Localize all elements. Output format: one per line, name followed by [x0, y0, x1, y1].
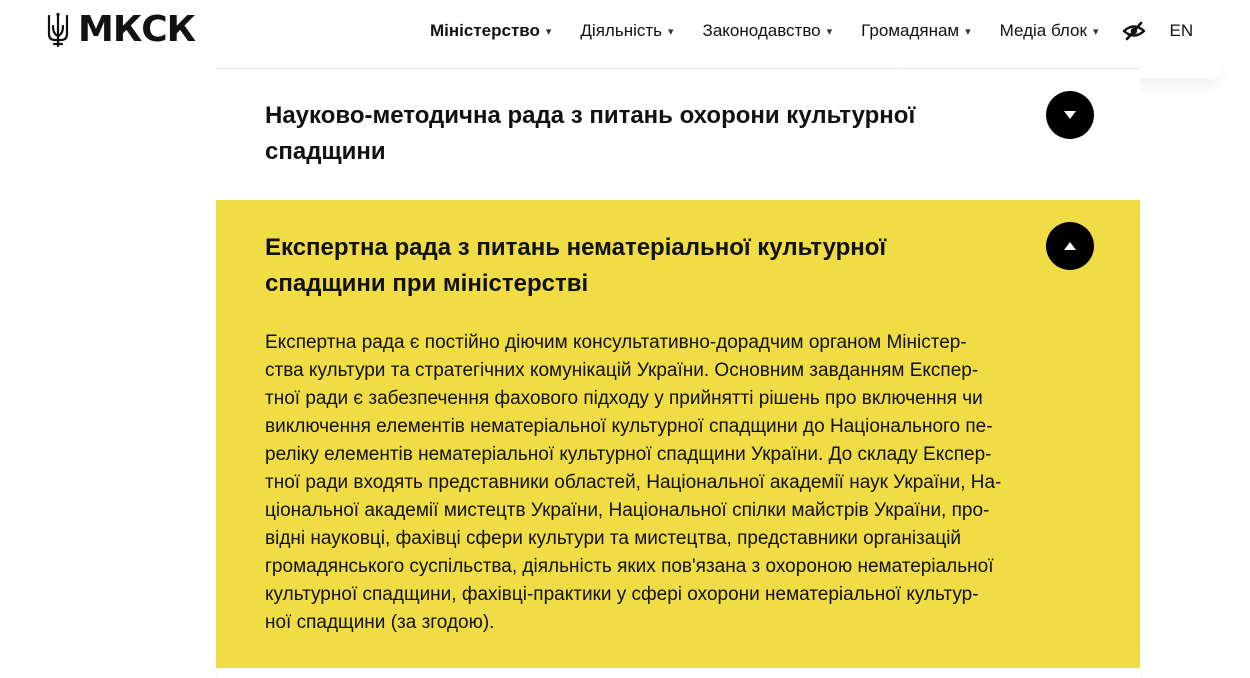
accordion-title-line: Експертна рада з питань нематеріальної к…	[265, 234, 887, 261]
accordion-title-line: спадщини	[265, 138, 386, 165]
body-line: тної ради входять представники областей,…	[265, 472, 1002, 493]
nav-item-label: Діяльність	[580, 21, 663, 40]
caret-down-icon: ▾	[545, 25, 552, 38]
logo-text: МКСК	[78, 9, 196, 50]
divider	[216, 68, 1140, 69]
accordion-title[interactable]: Експертна рада з питань нематеріальної к…	[265, 230, 1005, 302]
main-nav: Міністерство ▾ Діяльність ▾ Законодавств…	[430, 19, 1193, 43]
site-header: МКСК Міністерство ▾ Діяльність ▾ Законод…	[0, 0, 1250, 62]
body-line: ціональної академії мистецтв України, На…	[265, 500, 990, 521]
nav-item-activity[interactable]: Діяльність ▾	[580, 21, 673, 41]
accordion-item-expert-council: Експертна рада з питань нематеріальної к…	[216, 200, 1140, 668]
nav-item-label: Громадянам	[861, 21, 960, 40]
body-line: реліку елементів нематеріальної культурн…	[265, 444, 992, 465]
accordion-item-scientific-council[interactable]: Науково-методична рада з питань охорони …	[216, 70, 1140, 198]
body-line: відні науковці, фахівці сфери культури т…	[265, 528, 962, 549]
chevron-up-icon	[1064, 242, 1076, 250]
accessibility-button[interactable]	[1122, 19, 1146, 43]
caret-down-icon: ▾	[965, 25, 971, 38]
nav-item-citizens[interactable]: Громадянам ▾	[861, 21, 971, 41]
body-line: тної ради є забезпечення фахового підход…	[265, 388, 983, 409]
caret-down-icon: ▾	[826, 25, 833, 38]
expand-button[interactable]	[1046, 91, 1094, 139]
eye-slash-icon	[1123, 21, 1146, 41]
accordion-body-text: Експертна рада є постійно діючим консуль…	[265, 329, 1093, 637]
nav-item-label: Міністерство	[430, 21, 540, 40]
nav-item-legislation[interactable]: Законодавство ▾	[703, 21, 833, 41]
language-switch[interactable]: EN	[1169, 21, 1193, 41]
collapse-button[interactable]	[1046, 222, 1094, 270]
nav-item-label: Медіа блок	[999, 21, 1087, 40]
body-line: культурної спадщини, фахівці-практики у …	[265, 584, 979, 605]
nav-item-ministry[interactable]: Міністерство ▾	[430, 21, 551, 41]
caret-down-icon: ▾	[668, 25, 674, 38]
accordion-title: Науково-методична рада з питань охорони …	[265, 98, 1005, 170]
trident-icon	[47, 12, 69, 48]
body-line: громадянського суспільства, діяльність я…	[265, 556, 994, 577]
accordion-title-line: Науково-методична рада з питань охорони …	[265, 102, 916, 129]
next-accordion-edge	[216, 668, 1142, 678]
chevron-down-icon	[1064, 111, 1076, 119]
site-logo[interactable]: МКСК	[46, 9, 196, 50]
body-line: виключення елементів нематеріальної куль…	[265, 416, 993, 437]
nav-item-media[interactable]: Медіа блок ▾	[1000, 21, 1099, 41]
page: МКСК Міністерство ▾ Діяльність ▾ Законод…	[0, 0, 1250, 678]
caret-down-icon: ▾	[1092, 25, 1099, 38]
body-line: ства культури та стратегічних комунікаці…	[265, 360, 979, 381]
body-line: Експертна рада є постійно діючим консуль…	[265, 332, 967, 353]
body-line: ної спадщини (за згодою).	[265, 612, 495, 633]
accordion-title-line: спадщини при міністерстві	[265, 270, 589, 297]
nav-item-label: Законодавство	[702, 21, 821, 40]
